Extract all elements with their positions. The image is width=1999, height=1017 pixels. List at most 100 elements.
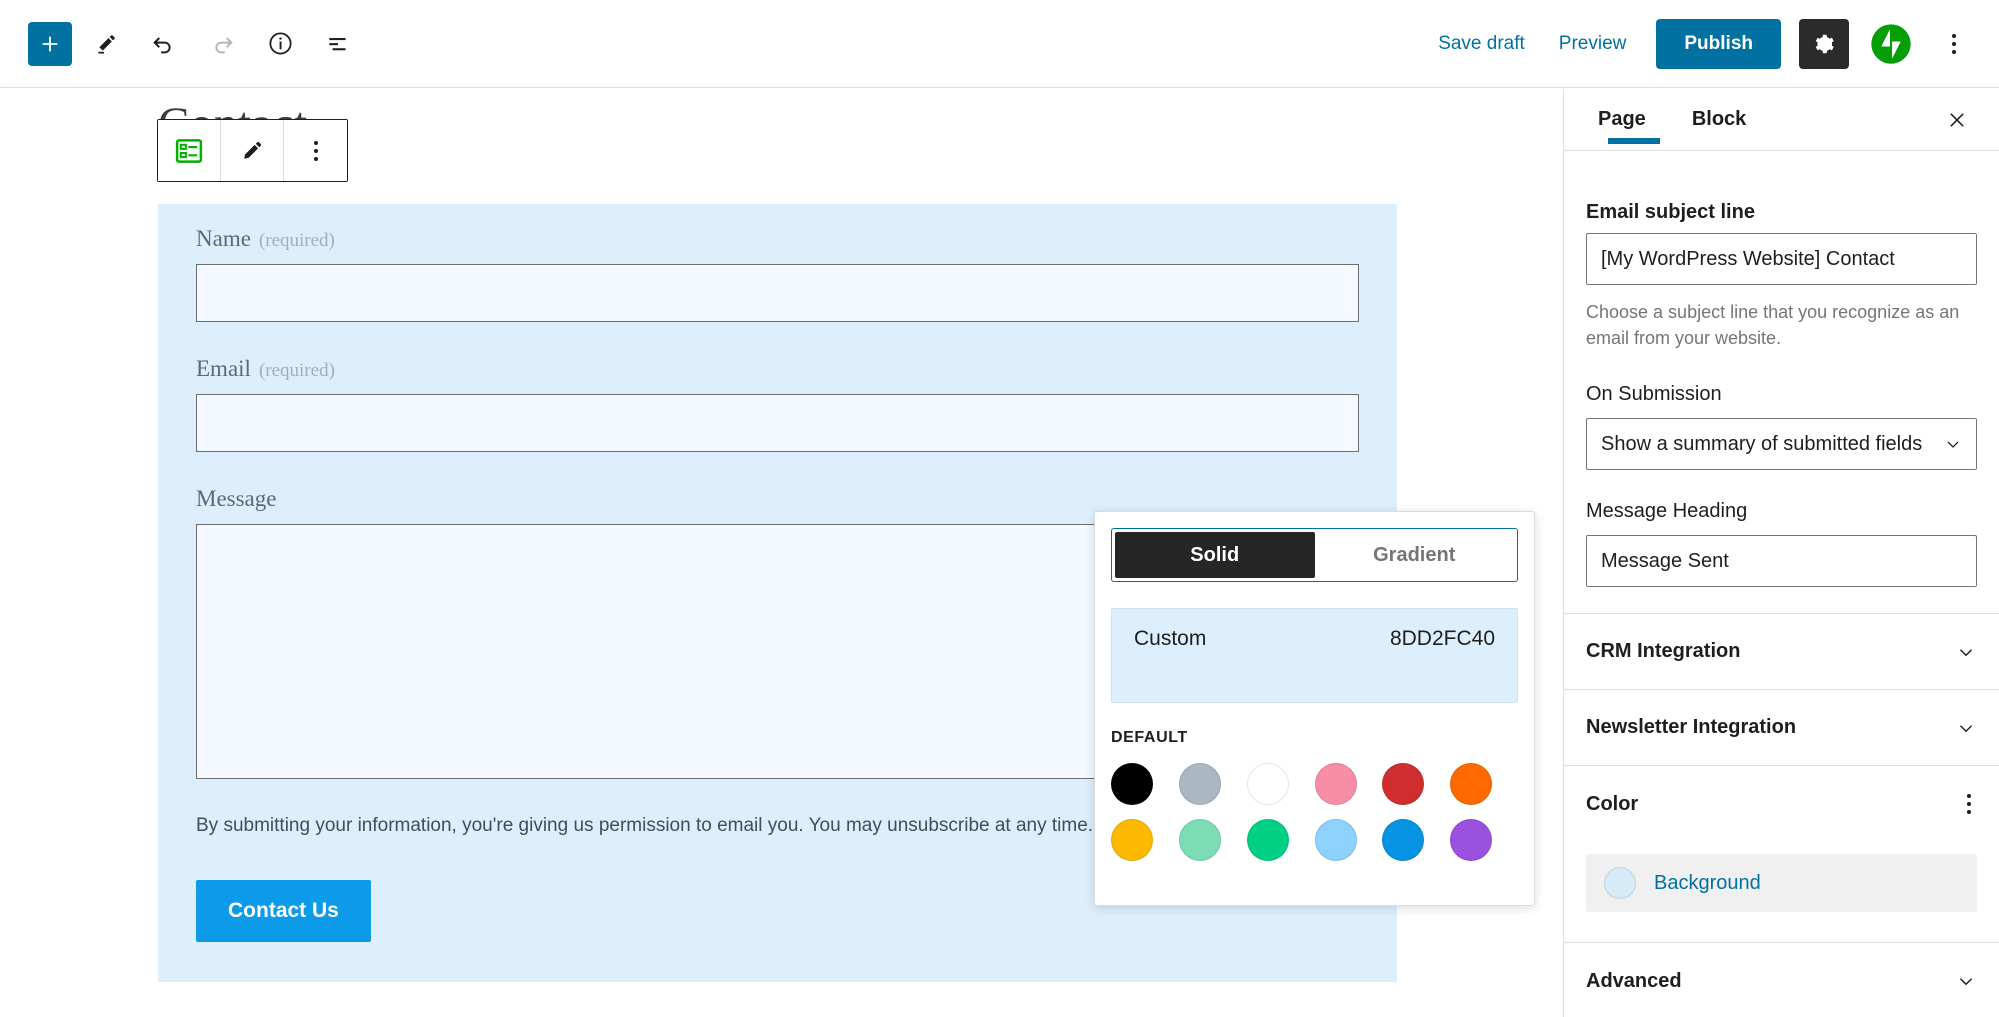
custom-color-row[interactable]: Custom 8DD2FC40 xyxy=(1111,608,1518,703)
jetpack-button[interactable] xyxy=(1869,22,1913,66)
tools-button[interactable] xyxy=(82,20,130,68)
chevron-down-icon xyxy=(1959,978,1973,986)
on-submission-select[interactable]: Show a summary of submitted fields xyxy=(1586,418,1977,471)
message-heading-section: Message Heading xyxy=(1564,470,1999,588)
form-field-name: Name (required) xyxy=(158,226,1397,322)
default-color-swatches xyxy=(1111,763,1518,861)
panel-newsletter-integration[interactable]: Newsletter Integration xyxy=(1564,690,1999,767)
color-swatch-white[interactable] xyxy=(1246,763,1289,805)
custom-color-hex: 8DD2FC40 xyxy=(1389,627,1495,650)
dot xyxy=(1967,794,1971,799)
custom-color-label: Custom xyxy=(1134,627,1207,650)
color-picker-popover: Solid Gradient Custom 8DD2FC40 DEFAULT xyxy=(1094,511,1535,906)
color-item-background-label: Background xyxy=(1654,871,1761,894)
tab-block[interactable]: Block xyxy=(1680,90,1758,149)
contact-form-block-icon xyxy=(175,138,203,163)
close-x-icon xyxy=(1950,112,1964,127)
chevron-down-icon xyxy=(1959,724,1973,732)
dot xyxy=(1967,810,1971,815)
color-swatch-cyan-bluish-gray[interactable] xyxy=(1178,763,1221,805)
dot xyxy=(1952,49,1956,54)
default-colors-heading: DEFAULT xyxy=(1111,729,1188,746)
tab-gradient[interactable]: Gradient xyxy=(1314,532,1514,578)
message-heading-input[interactable] xyxy=(1586,535,1977,588)
redo-button[interactable] xyxy=(198,20,246,68)
color-swatch-black[interactable] xyxy=(1111,763,1153,805)
color-swatch-pale-cyan-blue[interactable] xyxy=(1314,819,1357,861)
color-type-tabs: Solid Gradient xyxy=(1111,528,1518,582)
plus-icon xyxy=(42,36,58,51)
email-subject-section: Choose a subject line that you recognize… xyxy=(1564,151,1999,351)
redo-arrow-icon xyxy=(215,36,233,53)
tab-solid[interactable]: Solid xyxy=(1115,532,1315,578)
color-item-background[interactable]: Background xyxy=(1586,854,1977,913)
field-label-text: Message xyxy=(196,486,277,511)
undo-button[interactable] xyxy=(140,20,188,68)
color-swatch-vivid-cyan-blue[interactable] xyxy=(1382,819,1425,861)
dot xyxy=(1952,33,1956,38)
email-subject-help: Choose a subject line that you recognize… xyxy=(1586,302,1960,349)
block-toolbar xyxy=(157,119,348,182)
preview-button[interactable]: Preview xyxy=(1545,23,1641,65)
color-swatch-luminous-vivid-amber[interactable] xyxy=(1111,819,1153,861)
panel-advanced-title: Advanced xyxy=(1586,969,1682,992)
contact-us-submit-button[interactable]: Contact Us xyxy=(196,879,371,942)
undo-arrow-icon xyxy=(153,36,171,53)
block-type-button[interactable] xyxy=(158,120,221,181)
field-required-tag: (required) xyxy=(258,360,335,381)
more-options-button[interactable] xyxy=(1931,21,1977,67)
jetpack-logo-icon xyxy=(1871,23,1911,64)
add-block-button[interactable] xyxy=(28,21,72,66)
details-button[interactable] xyxy=(256,20,304,68)
block-options-button[interactable] xyxy=(284,120,347,181)
email-subject-input[interactable] xyxy=(1586,233,1977,285)
name-input[interactable] xyxy=(196,264,1359,322)
on-submission-section: On Submission Show a summary of submitte… xyxy=(1564,351,1999,471)
active-tab-indicator xyxy=(1608,138,1660,144)
sidebar-scroll-area: Email subject line Choose a subject line… xyxy=(1564,151,1999,1017)
editor-header: Save draft Preview Publish xyxy=(0,0,1999,88)
panel-color-title: Color xyxy=(1586,792,1639,815)
save-draft-button[interactable]: Save draft xyxy=(1424,23,1539,65)
field-label-text: Name xyxy=(196,226,251,251)
pencil-icon xyxy=(244,141,262,159)
panel-color-header: Color xyxy=(1564,766,1999,843)
edit-block-button[interactable] xyxy=(221,120,284,181)
color-swatch-light-green-cyan[interactable] xyxy=(1178,819,1221,861)
field-label-email: Email (required) xyxy=(196,356,1359,394)
field-label-name: Name (required) xyxy=(196,226,1359,264)
color-swatch-vivid-purple[interactable] xyxy=(1450,819,1493,861)
settings-button[interactable] xyxy=(1799,18,1849,69)
field-required-tag: (required) xyxy=(258,230,335,251)
panel-crm-integration[interactable]: CRM Integration xyxy=(1564,614,1999,691)
dot xyxy=(1967,802,1971,807)
panel-crm-integration-title: CRM Integration xyxy=(1586,640,1741,663)
info-circle-icon xyxy=(268,32,292,55)
color-swatch-luminous-vivid-orange[interactable] xyxy=(1450,763,1493,805)
color-swatch-vivid-green-cyan[interactable] xyxy=(1246,819,1289,861)
panel-newsletter-integration-title: Newsletter Integration xyxy=(1586,716,1797,739)
chevron-down-icon xyxy=(1959,648,1973,656)
publish-button[interactable]: Publish xyxy=(1656,18,1781,69)
header-right-actions: Save draft Preview Publish xyxy=(1424,18,1999,69)
color-swatch-pale-pink[interactable] xyxy=(1314,763,1357,805)
message-heading-label: Message Heading xyxy=(1586,500,1748,523)
email-subject-label: Email subject line xyxy=(1586,201,1755,223)
pencil-icon xyxy=(98,34,115,54)
list-view-button[interactable] xyxy=(314,20,362,68)
settings-sidebar: Page Block Email subject line Choose a s… xyxy=(1563,89,1999,1017)
close-sidebar-button[interactable] xyxy=(1937,100,1977,140)
gear-icon xyxy=(1815,34,1834,53)
email-input[interactable] xyxy=(196,394,1359,452)
dot xyxy=(1952,41,1956,46)
on-submission-label: On Submission xyxy=(1586,383,1722,406)
background-color-swatch xyxy=(1604,867,1636,900)
list-view-icon xyxy=(329,37,346,50)
header-left-tools xyxy=(0,20,362,68)
color-panel-options-button[interactable] xyxy=(1961,788,1977,820)
panel-advanced[interactable]: Advanced xyxy=(1564,943,1999,1017)
wordpress-block-editor: Save draft Preview Publish Name (require… xyxy=(0,0,1999,1017)
three-dots-vertical-icon xyxy=(313,140,318,161)
field-label-text: Email xyxy=(196,356,251,381)
color-swatch-vivid-red[interactable] xyxy=(1382,763,1425,805)
